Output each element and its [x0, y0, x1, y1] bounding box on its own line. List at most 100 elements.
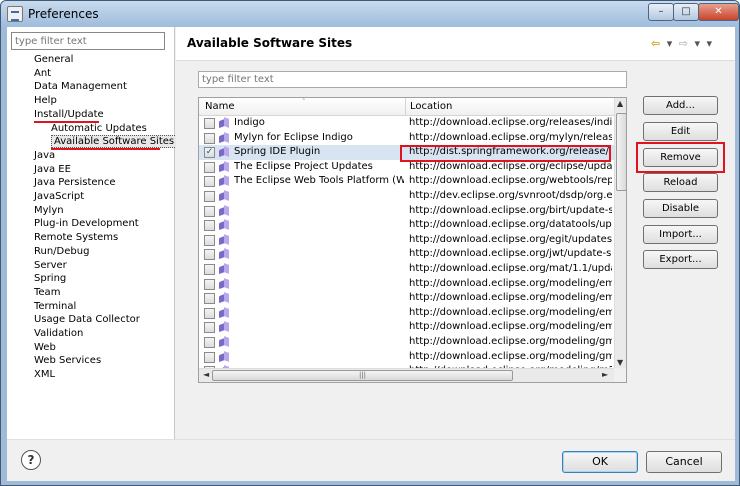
scroll-down-arrow-icon[interactable]: ▼ — [617, 358, 623, 367]
tree-item[interactable]: Install/Update — [34, 108, 104, 122]
add-button[interactable]: Add... — [643, 96, 718, 115]
import-button[interactable]: Import... — [643, 225, 718, 244]
horizontal-scrollbar[interactable]: ◄ ||| ► — [199, 368, 614, 382]
disable-button[interactable]: Disable — [643, 199, 718, 218]
tree-item-label: Web Services — [34, 355, 102, 367]
tree-item[interactable]: Web — [34, 341, 56, 355]
forward-arrow-icon[interactable]: ⇨ — [679, 37, 688, 50]
tree-item[interactable]: Plug-in Development — [34, 217, 139, 231]
enable-checkbox[interactable] — [204, 118, 215, 129]
enable-checkbox[interactable] — [204, 337, 215, 348]
tree-item[interactable]: JavaScript — [34, 190, 84, 204]
tree-item[interactable]: Available Software Sites — [51, 135, 178, 149]
enable-checkbox[interactable] — [204, 278, 215, 290]
sites-filter-input[interactable] — [198, 71, 627, 88]
tree-item[interactable]: Java EE — [34, 163, 71, 177]
table-row[interactable]: Mylyn for Eclipse Indigo http://download.… — [199, 131, 614, 146]
tree-item-label: Java Persistence — [34, 177, 116, 189]
horizontal-scroll-thumb[interactable]: ||| — [212, 370, 513, 381]
tree-item[interactable]: Validation — [34, 327, 83, 341]
column-header-name[interactable]: Name — [205, 101, 235, 112]
tree-item[interactable]: Automatic Updates — [51, 122, 147, 136]
table-row[interactable]: http://download.eclipse.org/jwt/update-s… — [199, 247, 614, 262]
tree-item[interactable]: Mylyn — [34, 204, 64, 218]
table-row[interactable]: http://download.eclipse.org/modeling/gmf… — [199, 350, 614, 365]
table-row[interactable]: The Eclipse Web Tools Platform (WT... htt… — [199, 174, 614, 189]
view-menu-chevron-icon[interactable]: ▾ — [707, 37, 713, 50]
tree-item-label: Web — [34, 341, 56, 353]
tree-item[interactable]: Ant — [34, 67, 51, 81]
enable-checkbox[interactable] — [204, 351, 215, 363]
minimize-button[interactable]: – — [648, 3, 674, 21]
vertical-scrollbar[interactable]: ▲ ▼ — [614, 98, 626, 368]
table-row[interactable]: http://download.eclipse.org/birt/update-… — [199, 204, 614, 219]
help-icon[interactable]: ? — [21, 450, 41, 470]
site-location-cell: http://download.eclipse.org/modeling/emf… — [409, 306, 612, 318]
export-button[interactable]: Export... — [643, 250, 718, 269]
site-location-cell: http://download.eclipse.org/modeling/gmf… — [409, 336, 612, 347]
column-divider[interactable] — [405, 98, 406, 116]
tree-item[interactable]: Web Services — [34, 354, 101, 368]
reload-button[interactable]: Reload — [643, 173, 718, 192]
tree-item[interactable]: Spring — [34, 272, 66, 286]
table-row[interactable]: http://dev.eclipse.org/svnroot/dsdp/org.… — [199, 189, 614, 204]
tree-item[interactable]: Run/Debug — [34, 245, 89, 259]
update-site-icon — [219, 264, 229, 275]
table-row[interactable]: http://download.eclipse.org/datatools/up… — [199, 218, 614, 233]
site-location-cell: http://download.eclipse.org/datatools/up… — [409, 219, 612, 231]
table-row[interactable]: http://download.eclipse.org/modeling/gmf… — [199, 335, 614, 350]
table-row[interactable]: http://download.eclipse.org/modeling/emf… — [199, 277, 614, 292]
enable-checkbox[interactable] — [204, 249, 215, 261]
update-site-icon — [219, 308, 229, 319]
tree-item[interactable]: Terminal — [34, 300, 76, 314]
table-row[interactable]: http://download.eclipse.org/modeling/emf… — [199, 291, 614, 306]
enable-checkbox[interactable] — [204, 234, 215, 246]
back-arrow-icon[interactable]: ⇦ — [651, 37, 660, 50]
tree-item[interactable]: XML — [34, 368, 55, 382]
table-row[interactable]: http://download.eclipse.org/mat/1.1/upda… — [199, 262, 614, 277]
enable-checkbox[interactable] — [204, 191, 215, 202]
table-row[interactable]: http://download.eclipse.org/modeling/emf… — [199, 320, 614, 335]
tree-item[interactable]: Server — [34, 259, 67, 273]
enable-checkbox[interactable] — [204, 132, 215, 144]
tree-item[interactable]: Remote Systems — [34, 231, 118, 245]
vertical-scroll-thumb[interactable] — [616, 113, 626, 191]
tree-filter-input[interactable] — [11, 32, 165, 50]
forward-menu-chevron-icon[interactable]: ▾ — [694, 37, 700, 50]
scroll-left-arrow-icon[interactable]: ◄ — [203, 370, 209, 379]
enable-checkbox[interactable] — [204, 161, 215, 173]
tree-item-label: Remote Systems — [34, 232, 119, 244]
tree-item-label: Mylyn — [34, 204, 64, 216]
edit-button[interactable]: Edit — [643, 122, 718, 141]
tree-item[interactable]: Data Management — [34, 80, 127, 94]
cancel-button[interactable]: Cancel — [646, 451, 722, 473]
enable-checkbox[interactable] — [204, 264, 215, 275]
tree-item[interactable]: Java — [34, 149, 55, 163]
enable-checkbox[interactable] — [204, 322, 215, 334]
table-row[interactable]: The Eclipse Project Updates http://downlo… — [199, 160, 614, 175]
back-menu-chevron-icon[interactable]: ▾ — [667, 37, 673, 50]
enable-checkbox[interactable] — [204, 176, 215, 188]
title-bar[interactable]: Preferences – □ ✕ — [1, 1, 739, 27]
dialog-button-bar: ? OK Cancel — [7, 439, 735, 481]
enable-checkbox[interactable] — [204, 220, 215, 232]
table-row[interactable]: http://download.eclipse.org/modeling/emf… — [199, 306, 614, 321]
tree-item[interactable]: Help — [34, 94, 57, 108]
site-location-cell: http://download.eclipse.org/modeling/emf… — [409, 277, 612, 289]
enable-checkbox[interactable] — [204, 307, 215, 319]
ok-button[interactable]: OK — [562, 451, 638, 473]
close-button[interactable]: ✕ — [698, 3, 739, 21]
tree-item[interactable]: Usage Data Collector — [34, 313, 140, 327]
tree-item[interactable]: Java Persistence — [34, 176, 116, 190]
column-header-location[interactable]: Location — [410, 101, 452, 112]
table-row[interactable]: Indigo http://download.eclipse.org/releas… — [199, 116, 614, 131]
enable-checkbox[interactable] — [204, 205, 215, 217]
maximize-button[interactable]: □ — [673, 3, 699, 21]
scroll-up-arrow-icon[interactable]: ▲ — [617, 99, 623, 108]
table-row[interactable]: http://download.eclipse.org/egit/updates — [199, 233, 614, 248]
tree-item[interactable]: General — [34, 53, 73, 67]
scroll-right-arrow-icon[interactable]: ► — [602, 370, 608, 379]
enable-checkbox[interactable] — [204, 293, 215, 305]
tree-item[interactable]: Team — [34, 286, 60, 300]
enable-checkbox[interactable]: ✓ — [204, 147, 215, 159]
